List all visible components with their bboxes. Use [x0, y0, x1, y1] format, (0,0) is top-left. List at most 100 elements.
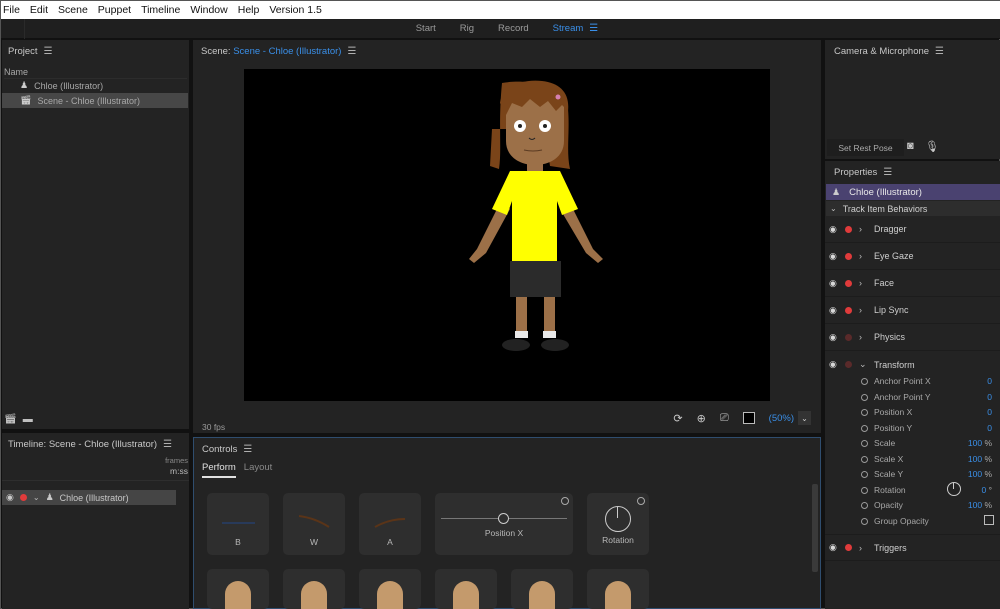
hamburger-icon[interactable]: ☰ — [347, 46, 356, 57]
webcam-icon[interactable]: ◙ — [907, 140, 914, 152]
param-value[interactable]: 0 — [987, 392, 992, 402]
record-arm-icon[interactable] — [845, 306, 852, 314]
chevron-right-icon[interactable]: › — [859, 332, 862, 342]
trigger-tile-b[interactable]: B — [207, 493, 269, 555]
tab-rig[interactable]: Rig — [448, 23, 486, 34]
record-arm-icon[interactable] — [845, 333, 852, 341]
folder-icon[interactable]: ▬ — [23, 414, 33, 425]
trigger-tile-w[interactable]: W — [283, 493, 345, 555]
hand-tile[interactable] — [587, 569, 649, 609]
behavior-row-physics[interactable]: ◉ › Physics — [825, 324, 1000, 351]
param-radio[interactable] — [861, 486, 868, 494]
hand-tile[interactable] — [511, 569, 573, 609]
hamburger-icon[interactable]: ☰ — [883, 167, 892, 178]
param-value[interactable]: 100 % — [968, 454, 992, 464]
param-value[interactable]: 0 — [987, 376, 992, 386]
chevron-right-icon[interactable]: › — [859, 278, 862, 288]
scene-title-name[interactable]: Scene - Chloe (Illustrator) — [233, 46, 341, 57]
menu-scene[interactable]: Scene — [53, 1, 93, 19]
param-radio[interactable] — [861, 409, 868, 416]
record-arm-icon[interactable] — [845, 252, 852, 260]
param-radio[interactable] — [861, 393, 868, 401]
pin-icon[interactable] — [637, 497, 645, 505]
eye-icon[interactable]: ◉ — [829, 332, 837, 343]
eye-icon[interactable]: ◉ — [829, 359, 837, 370]
param-value[interactable]: 100 % — [968, 500, 992, 510]
background-color-swatch[interactable] — [742, 412, 755, 424]
puppet-character[interactable] — [244, 69, 770, 401]
param-radio[interactable] — [861, 517, 868, 525]
timeline-units[interactable]: frames m:ss — [165, 456, 188, 476]
hamburger-icon[interactable]: ☰ — [243, 444, 252, 455]
chevron-right-icon[interactable]: › — [859, 251, 862, 261]
rotation-knob[interactable] — [947, 481, 961, 496]
eye-icon[interactable]: ◉ — [829, 305, 837, 316]
puppet-track-icon[interactable]: ⊕ — [697, 412, 706, 425]
chevron-right-icon[interactable]: › — [859, 543, 862, 553]
record-arm-icon[interactable] — [845, 279, 852, 287]
slider-tile-position-x[interactable]: Position X — [435, 493, 573, 555]
menu-timeline[interactable]: Timeline — [136, 1, 185, 19]
trigger-tile-a[interactable]: A — [359, 493, 421, 555]
param-radio[interactable] — [861, 440, 868, 447]
menu-file[interactable]: File — [1, 1, 25, 19]
hamburger-icon[interactable]: ☰ — [935, 46, 944, 57]
record-arm-icon[interactable] — [19, 494, 27, 501]
menu-window[interactable]: Window — [185, 1, 232, 19]
chevron-right-icon[interactable]: › — [859, 305, 862, 315]
behavior-row-triggers[interactable]: ◉ › Triggers — [825, 534, 1000, 561]
param-value[interactable]: 0 — [987, 407, 992, 417]
group-opacity-checkbox[interactable] — [984, 514, 994, 525]
behavior-row-face[interactable]: ◉ › Face — [825, 270, 1000, 297]
param-value[interactable]: 0 — [987, 423, 992, 433]
refresh-icon[interactable]: ⟳ — [673, 412, 682, 425]
menu-help[interactable]: Help — [233, 1, 265, 19]
eye-icon[interactable]: ◉ — [6, 492, 14, 503]
param-radio[interactable] — [861, 424, 868, 432]
record-arm-icon[interactable] — [845, 544, 852, 551]
record-arm-icon[interactable] — [845, 225, 852, 233]
rotation-knob[interactable] — [605, 506, 631, 532]
tab-stream[interactable]: Stream — [541, 23, 596, 34]
zoom-dropdown-chevron-icon[interactable]: ⌄ — [798, 411, 811, 425]
zoom-level[interactable]: (50%) — [769, 413, 794, 424]
tab-start[interactable]: Start — [404, 23, 448, 34]
tab-record[interactable]: Record — [486, 23, 541, 34]
chevron-right-icon[interactable]: › — [859, 224, 862, 234]
behavior-row-transform[interactable]: ◉ ⌄ Transform — [825, 351, 1000, 378]
hamburger-icon[interactable]: ☰ — [44, 46, 53, 57]
eye-icon[interactable]: ◉ — [829, 251, 837, 262]
pin-icon[interactable] — [561, 497, 569, 505]
microphone-icon[interactable]: 🎙︎ — [925, 140, 939, 153]
new-scene-icon[interactable]: 🎬︎ — [4, 414, 17, 425]
controls-scrollbar[interactable] — [812, 484, 818, 572]
slider-handle[interactable] — [498, 513, 509, 524]
eye-icon[interactable]: ◉ — [829, 224, 837, 235]
param-radio[interactable] — [861, 378, 868, 385]
track-item-behaviors-header[interactable]: ⌄ Track Item Behaviors — [826, 201, 1000, 216]
param-value[interactable]: 0 ° — [982, 485, 993, 495]
cast-icon[interactable]: ⎚ — [720, 412, 729, 425]
scene-stage[interactable] — [244, 69, 770, 401]
workspace-menu-icon[interactable]: ☰ — [589, 23, 598, 34]
menu-puppet[interactable]: Puppet — [93, 1, 136, 19]
record-arm-icon[interactable] — [845, 361, 852, 368]
behavior-row-eye-gaze[interactable]: ◉ › Eye Gaze — [825, 243, 1000, 270]
timeline-track-row[interactable]: ◉ ⌄ ♟ Chloe (Illustrator) — [2, 490, 176, 505]
knob-tile-rotation[interactable]: Rotation — [587, 493, 649, 555]
param-radio[interactable] — [861, 471, 868, 478]
param-value[interactable]: 100 % — [968, 438, 992, 448]
selected-puppet-row[interactable]: ♟ Chloe (Illustrator) — [826, 184, 1000, 200]
chevron-down-icon[interactable]: ⌄ — [859, 359, 867, 370]
tab-perform[interactable]: Perform — [202, 462, 236, 478]
chevron-down-icon[interactable]: ⌄ — [33, 493, 40, 502]
eye-icon[interactable]: ◉ — [829, 542, 837, 553]
hand-tile[interactable] — [283, 569, 345, 609]
hamburger-icon[interactable]: ☰ — [163, 439, 172, 450]
param-radio[interactable] — [861, 455, 868, 463]
set-rest-pose-button[interactable]: Set Rest Pose — [827, 139, 904, 156]
hand-tile[interactable] — [207, 569, 269, 609]
hand-tile[interactable] — [435, 569, 497, 609]
behavior-row-dragger[interactable]: ◉ › Dragger — [825, 216, 1000, 243]
param-radio[interactable] — [861, 502, 868, 509]
